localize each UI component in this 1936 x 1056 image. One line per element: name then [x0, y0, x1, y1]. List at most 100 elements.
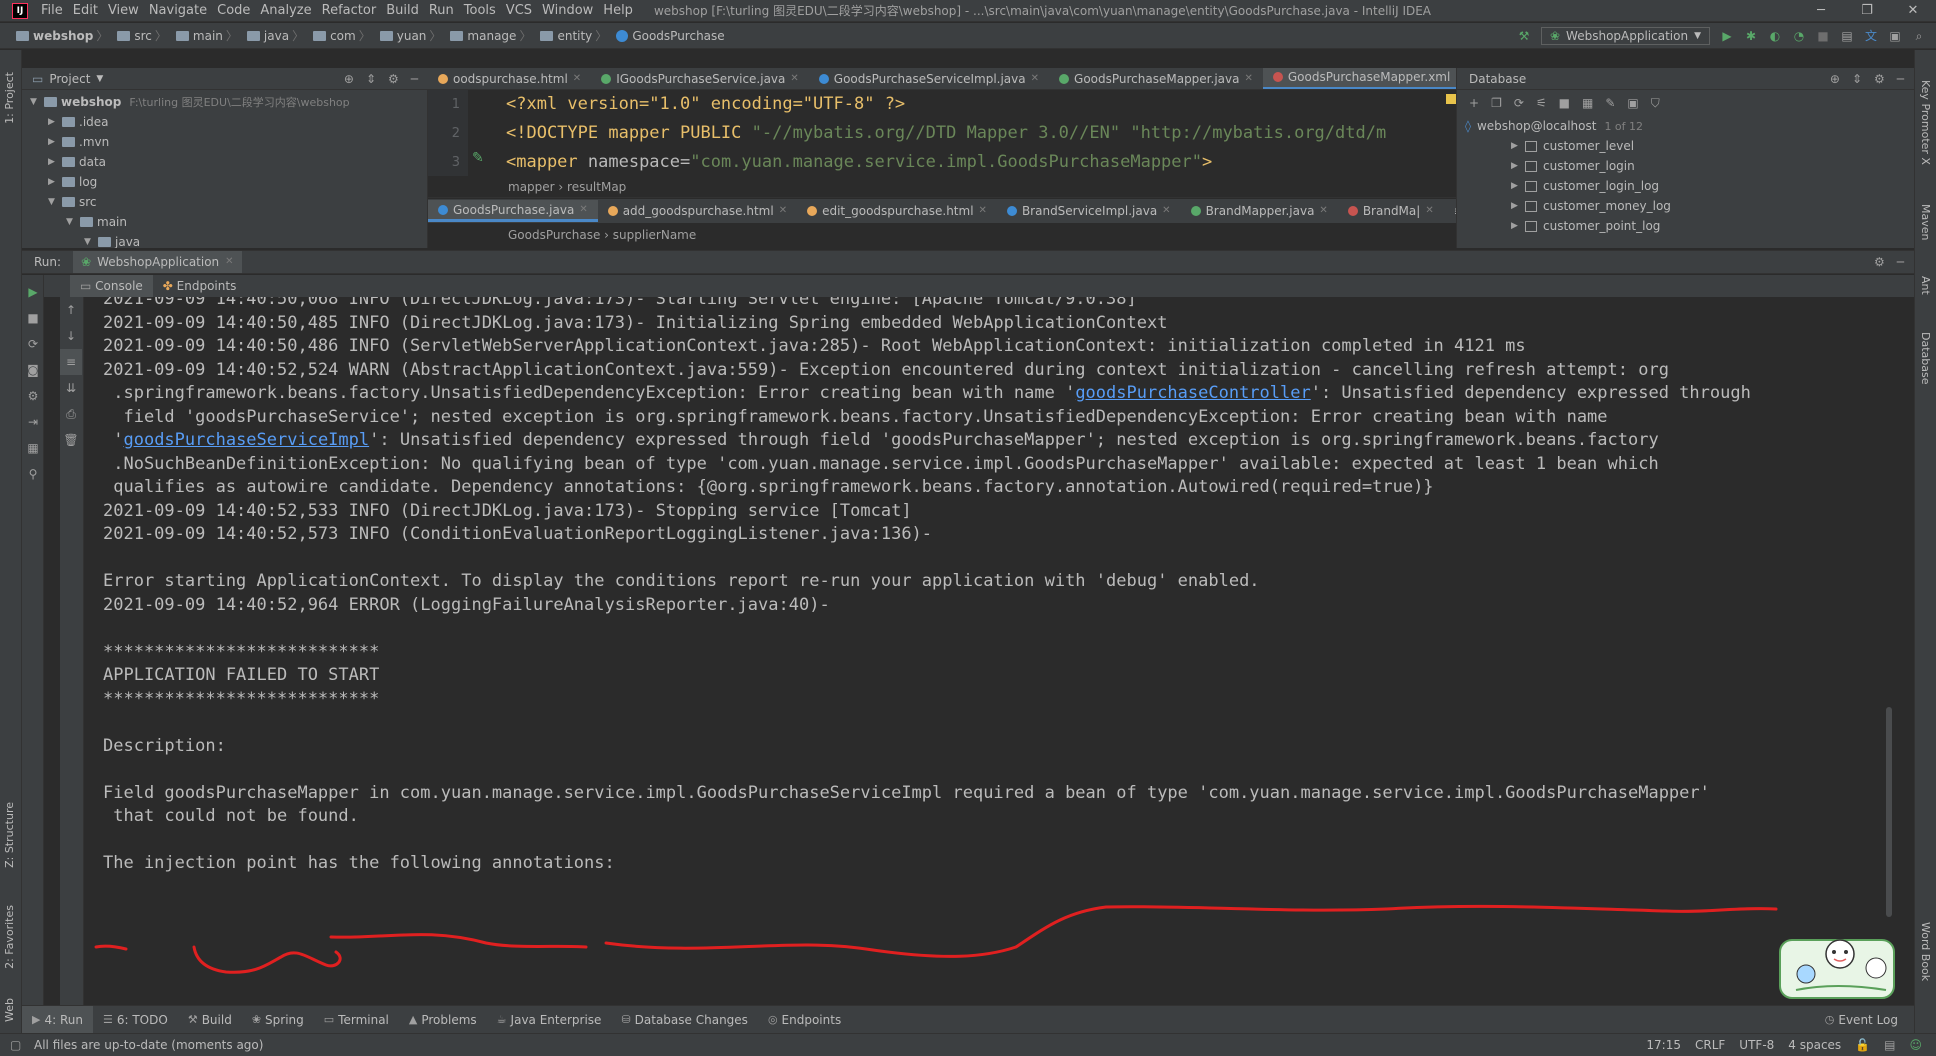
breadcrumb-item[interactable]: src: [111, 29, 152, 43]
close-icon[interactable]: ✕: [579, 199, 587, 221]
hide-icon[interactable]: ─: [411, 72, 418, 86]
hector-icon[interactable]: ☺: [1909, 1038, 1922, 1052]
collapse-icon[interactable]: ⇕: [366, 72, 376, 86]
pin-icon[interactable]: ⚲: [22, 461, 44, 487]
tab-console[interactable]: ▭ Console: [70, 275, 153, 297]
tree-item-mvn[interactable]: ▶ .mvn: [22, 132, 428, 152]
word-book-tool-button[interactable]: Word Book: [1919, 922, 1932, 981]
collapsed-arrow-icon[interactable]: ▶: [48, 117, 60, 127]
favorites-tool-button[interactable]: 2: Favorites: [3, 905, 16, 969]
schema-icon[interactable]: ⚟: [1536, 96, 1547, 110]
menu-item-code[interactable]: Code: [212, 3, 255, 18]
run-config-selector[interactable]: ❀ WebshopApplication ▼: [1540, 26, 1710, 45]
breadcrumb-item[interactable]: webshop: [10, 29, 93, 43]
menu-item-analyze[interactable]: Analyze: [255, 3, 316, 18]
mapper-navigation-icon[interactable]: ✎: [472, 150, 494, 170]
run-icon[interactable]: ▶: [1720, 29, 1734, 43]
editor-tab[interactable]: GoodsPurchaseMapper.java ✕: [1049, 68, 1263, 89]
file-encoding[interactable]: UTF-8: [1739, 1038, 1774, 1052]
run-tab-webshop[interactable]: ❀ WebshopApplication ✕: [73, 251, 242, 273]
close-icon[interactable]: ✕: [1890, 3, 1936, 18]
up-arrow-icon[interactable]: ↑: [60, 297, 82, 323]
trash-icon[interactable]: 🗑: [60, 427, 82, 453]
memory-icon[interactable]: ▤: [1884, 1038, 1895, 1052]
menu-item-vcs[interactable]: VCS: [501, 3, 537, 18]
menu-item-refactor[interactable]: Refactor: [317, 3, 382, 18]
close-icon[interactable]: ✕: [1319, 200, 1327, 222]
camera-icon[interactable]: ◙: [22, 357, 44, 383]
breadcrumb-item[interactable]: manage: [444, 29, 516, 43]
locate-icon[interactable]: ⊕: [344, 72, 354, 86]
gear-icon[interactable]: ⚙: [388, 72, 399, 86]
db-table-row[interactable]: ▶ customer_level: [1457, 136, 1914, 156]
tree-item-src[interactable]: ▼ src: [22, 192, 428, 212]
close-icon[interactable]: ✕: [225, 251, 233, 273]
console-link[interactable]: goodsPurchaseServiceImpl: [123, 430, 369, 450]
tree-item-log[interactable]: ▶ log: [22, 172, 428, 192]
web-tool-button[interactable]: Web: [3, 998, 16, 1022]
hide-icon[interactable]: ─: [1897, 72, 1904, 86]
menu-item-navigate[interactable]: Navigate: [144, 3, 212, 18]
menu-item-run[interactable]: Run: [424, 3, 459, 18]
breadcrumb-item[interactable]: GoodsPurchase: [610, 29, 725, 43]
db-table-row[interactable]: ▶ customer_login: [1457, 156, 1914, 176]
bottom-tab-problems[interactable]: ▲ Problems: [399, 1013, 487, 1027]
ant-tool-button[interactable]: Ant: [1919, 276, 1932, 295]
restart-icon[interactable]: ⟳: [22, 331, 44, 357]
layout-icon[interactable]: ▦: [22, 435, 44, 461]
expanded-arrow-icon[interactable]: ▼: [30, 97, 42, 107]
close-icon[interactable]: ✕: [779, 200, 787, 222]
down-arrow-icon[interactable]: ↓: [60, 323, 82, 349]
expanded-arrow-icon[interactable]: ▼: [66, 217, 78, 227]
stop-icon[interactable]: ■: [1816, 29, 1830, 43]
menu-item-window[interactable]: Window: [537, 3, 598, 18]
maven-tool-button[interactable]: Maven: [1919, 204, 1932, 240]
close-icon[interactable]: ✕: [790, 68, 798, 89]
collapsed-arrow-icon[interactable]: ▶: [1511, 201, 1525, 211]
toggle-tool-windows-icon[interactable]: ▢: [10, 1038, 21, 1052]
bottom-tab-build[interactable]: ⚒ Build: [178, 1013, 242, 1027]
soft-wrap-icon[interactable]: ≡: [60, 349, 82, 375]
collapsed-arrow-icon[interactable]: ▶: [1511, 181, 1525, 191]
collapsed-arrow-icon[interactable]: ▶: [48, 177, 60, 187]
tab-endpoints[interactable]: ✤ Endpoints: [153, 275, 247, 297]
copy-icon[interactable]: ❐: [1491, 96, 1502, 110]
editor-tab[interactable]: BrandMapper.java ✕: [1181, 200, 1338, 222]
console-output[interactable]: 2021-09-09 14:40:50,068 INFO (DirectJDKL…: [86, 297, 1894, 1005]
warning-marker-icon[interactable]: [1446, 94, 1456, 104]
database-tool-button[interactable]: Database: [1919, 332, 1932, 385]
gear-icon[interactable]: ⚙: [1874, 72, 1885, 86]
line-separator[interactable]: CRLF: [1695, 1038, 1725, 1052]
menu-item-view[interactable]: View: [103, 3, 144, 18]
filter-icon[interactable]: ⛉: [1651, 96, 1660, 111]
editor-tab[interactable]: GoodsPurchaseMapper.xml✕: [1262, 68, 1456, 89]
indent-setting[interactable]: 4 spaces: [1788, 1038, 1841, 1052]
project-view-selector[interactable]: Project: [49, 72, 90, 86]
add-icon[interactable]: +: [1469, 96, 1479, 110]
table-icon[interactable]: ▦: [1582, 96, 1593, 110]
collapsed-arrow-icon[interactable]: ▶: [1511, 161, 1525, 171]
editor2-breadcrumb[interactable]: GoodsPurchase › supplierName: [428, 223, 1456, 247]
bottom-tab-terminal[interactable]: ▭ Terminal: [314, 1013, 399, 1027]
event-log-button[interactable]: ◷ Event Log: [1815, 1013, 1914, 1027]
hide-icon[interactable]: ─: [1897, 255, 1904, 269]
project-tool-button[interactable]: 1: Project: [3, 72, 16, 124]
xml-editor[interactable]: 1 2 3 ✎ <?xml version="1.0" encoding="UT…: [428, 90, 1456, 176]
edit-icon[interactable]: ✎: [1605, 96, 1615, 110]
stop-icon[interactable]: ■: [22, 305, 44, 331]
collapsed-arrow-icon[interactable]: ▶: [48, 137, 60, 147]
console-link[interactable]: goodsPurchaseController: [1075, 383, 1310, 403]
status-message[interactable]: All files are up-to-date (moments ago): [34, 1038, 263, 1052]
rerun-icon[interactable]: ▶: [22, 279, 44, 305]
menu-item-tools[interactable]: Tools: [459, 3, 501, 18]
bottom-tab-endpoints[interactable]: ◎ Endpoints: [758, 1013, 851, 1027]
collapsed-arrow-icon[interactable]: ▶: [1511, 221, 1525, 231]
print-icon[interactable]: ⎙: [60, 401, 82, 427]
editor-tab[interactable]: oodspurchase.html ✕: [428, 68, 591, 89]
locate-icon[interactable]: ⊕: [1830, 72, 1840, 86]
stop-icon[interactable]: ■: [1559, 96, 1570, 110]
console-scrollbar[interactable]: [1884, 297, 1894, 1005]
debug-icon[interactable]: ✱: [1744, 29, 1758, 43]
expanded-arrow-icon[interactable]: ▼: [84, 237, 96, 247]
settings-icon[interactable]: ⚙: [22, 383, 44, 409]
